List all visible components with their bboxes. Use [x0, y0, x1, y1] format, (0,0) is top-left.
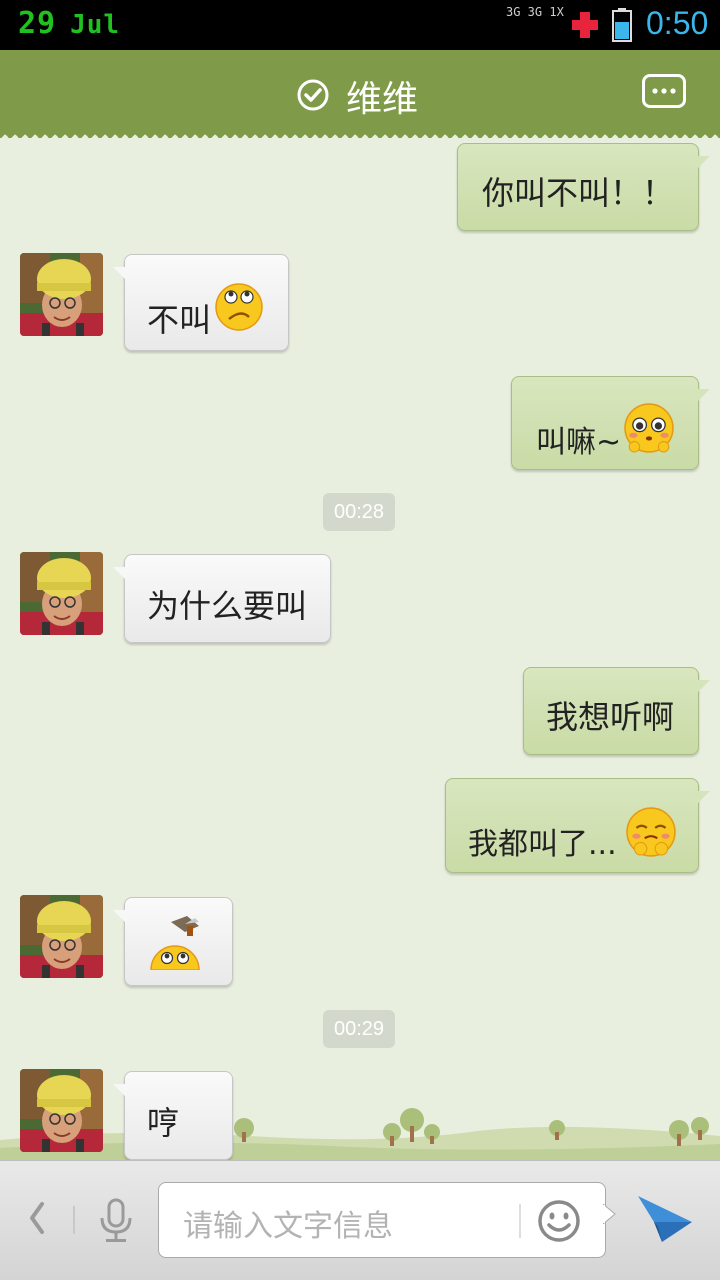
time-stamp: 00:29 — [323, 1010, 396, 1048]
pleading-emoji-icon — [624, 403, 674, 453]
message-bubble-incoming[interactable]: 哼 — [113, 1071, 233, 1160]
shy-emoji-icon — [626, 807, 676, 857]
status-month: Jul — [70, 10, 121, 40]
message-bubble-outgoing[interactable]: 我想听啊 — [523, 667, 710, 755]
message-text: 为什么要叫 — [147, 587, 308, 625]
message-text: 不叫 — [147, 301, 212, 339]
more-options-button[interactable] — [642, 74, 686, 108]
header-zigzag-edge — [0, 130, 720, 138]
contact-avatar[interactable] — [20, 552, 103, 635]
contact-avatar[interactable] — [20, 1069, 103, 1152]
message-bubble-incoming[interactable] — [113, 897, 233, 986]
microphone-icon[interactable] — [96, 1198, 136, 1244]
contact-avatar[interactable] — [20, 253, 103, 336]
battery-icon — [612, 8, 632, 42]
red-cross-icon — [572, 12, 598, 38]
status-time: 0:50 — [646, 5, 709, 41]
check-circle-icon — [297, 79, 329, 111]
status-bar: 29 Jul 3G 3G 1X 0:50 — [0, 0, 720, 50]
time-stamp: 00:28 — [323, 493, 396, 531]
message-text: 我都叫了... — [468, 827, 617, 862]
network-label: 3G 3G 1X — [506, 5, 564, 19]
message-bubble-outgoing[interactable]: 叫嘛~ — [511, 376, 710, 470]
scenery-decoration — [0, 1108, 720, 1162]
message-text: 我想听啊 — [546, 698, 675, 736]
message-bubble-incoming[interactable]: 不叫 — [113, 254, 289, 351]
message-bubble-outgoing[interactable]: 你叫不叫！！ — [457, 143, 710, 231]
message-text: 你叫不叫！！ — [482, 174, 675, 212]
network-signal-icon: 3G 3G 1X — [506, 6, 566, 42]
hammer-emoji-icon — [150, 916, 200, 970]
message-text: 哼 — [147, 1104, 180, 1142]
rolling-eyes-emoji-icon — [215, 283, 263, 331]
more-dots-icon — [652, 88, 676, 94]
input-tail — [603, 1204, 616, 1224]
status-day: 29 — [18, 6, 57, 41]
back-chevron-icon[interactable] — [26, 1200, 46, 1236]
status-date: 29 Jul — [18, 6, 120, 41]
send-paper-plane-icon[interactable] — [636, 1192, 694, 1246]
message-bubble-incoming[interactable]: 为什么要叫 — [113, 554, 331, 643]
message-text: 叫嘛~ — [536, 425, 622, 460]
chat-title[interactable]: 维维 — [346, 70, 418, 122]
contact-avatar[interactable] — [20, 895, 103, 978]
smiley-icon[interactable] — [536, 1198, 582, 1244]
divider — [73, 1206, 75, 1234]
divider — [519, 1204, 521, 1238]
message-bubble-outgoing[interactable]: 我都叫了... — [445, 778, 710, 873]
